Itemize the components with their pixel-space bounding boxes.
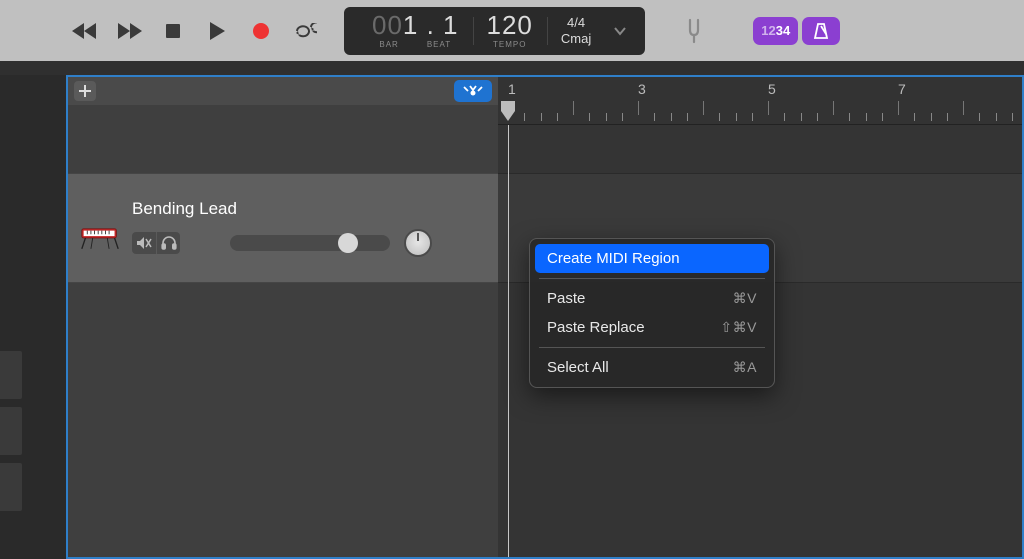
lcd-position[interactable]: 001 . 1 BAR BEAT <box>358 11 473 51</box>
menu-item-label: Select All <box>547 359 609 376</box>
ruler-number: 1 <box>508 81 516 97</box>
pan-knob[interactable] <box>404 229 432 257</box>
menu-shortcut: ⌘V <box>733 290 757 307</box>
play-button[interactable] <box>202 16 232 46</box>
cycle-button[interactable] <box>290 16 320 46</box>
volume-thumb[interactable] <box>338 233 358 253</box>
lcd-dropdown-chevron[interactable] <box>605 11 635 51</box>
volume-slider[interactable] <box>230 235 390 251</box>
lcd-bar-value: 00 <box>372 10 403 40</box>
menu-item-paste-replace[interactable]: Paste Replace ⇧⌘V <box>535 313 769 342</box>
display-mode-group: 1234 <box>753 17 840 45</box>
lcd-bar-label: BAR <box>379 40 398 49</box>
menu-item-label: Paste Replace <box>547 319 645 336</box>
record-button[interactable] <box>246 16 276 46</box>
mute-button[interactable] <box>132 232 156 254</box>
menu-item-paste[interactable]: Paste ⌘V <box>535 284 769 313</box>
tuner-button[interactable] <box>679 18 709 44</box>
side-panel-stubs <box>0 351 22 519</box>
lcd-signature-key[interactable]: 4/4 Cmaj <box>547 11 605 51</box>
menu-separator <box>539 278 765 279</box>
lcd-tempo-label: TEMPO <box>493 40 526 49</box>
lcd-tempo[interactable]: 120 TEMPO <box>473 11 547 51</box>
side-stub[interactable] <box>0 463 22 511</box>
menu-item-label: Create MIDI Region <box>547 250 680 267</box>
track-header[interactable]: Bending Lead <box>68 173 498 283</box>
menu-shortcut: ⌘A <box>733 359 757 376</box>
menu-item-label: Paste <box>547 290 585 307</box>
metronome-button[interactable] <box>802 17 840 45</box>
playhead-marker-icon[interactable] <box>499 99 517 128</box>
workspace: 1 3 5 7 <box>0 61 1024 559</box>
ruler-number: 3 <box>638 81 646 97</box>
menu-item-select-all[interactable]: Select All ⌘A <box>535 353 769 382</box>
context-menu: Create MIDI Region Paste ⌘V Paste Replac… <box>529 238 775 388</box>
lcd-time-signature: 4/4 <box>567 15 585 31</box>
rewind-button[interactable] <box>70 16 100 46</box>
menu-shortcut: ⇧⌘V <box>720 319 757 336</box>
lcd-display: 001 . 1 BAR BEAT 120 TEMPO 4/4 Cmaj <box>344 7 645 55</box>
instrument-icon <box>80 217 120 257</box>
menu-separator <box>539 347 765 348</box>
track-header-toolbar <box>68 77 498 105</box>
stop-button[interactable] <box>158 16 188 46</box>
ruler-number: 5 <box>768 81 776 97</box>
solo-headphones-button[interactable] <box>156 232 180 254</box>
side-stub[interactable] <box>0 351 22 399</box>
timeline-ruler[interactable]: 1 3 5 7 <box>498 77 1022 125</box>
lcd-key: Cmaj <box>561 31 591 47</box>
ruler-number: 7 <box>898 81 906 97</box>
side-stub[interactable] <box>0 407 22 455</box>
add-track-button[interactable] <box>74 81 96 101</box>
top-toolbar: 001 . 1 BAR BEAT 120 TEMPO 4/4 Cmaj 1234 <box>0 0 1024 61</box>
menu-item-create-midi-region[interactable]: Create MIDI Region <box>535 244 769 273</box>
fast-forward-button[interactable] <box>114 16 144 46</box>
track-name-label: Bending Lead <box>132 199 486 219</box>
lcd-tempo-value: 120 <box>487 12 533 38</box>
count-in-button[interactable]: 1234 <box>753 17 798 45</box>
track-filter-button[interactable] <box>454 80 492 102</box>
lcd-beat-value: 1 . 1 <box>403 10 459 40</box>
lcd-beat-label: BEAT <box>427 40 451 49</box>
